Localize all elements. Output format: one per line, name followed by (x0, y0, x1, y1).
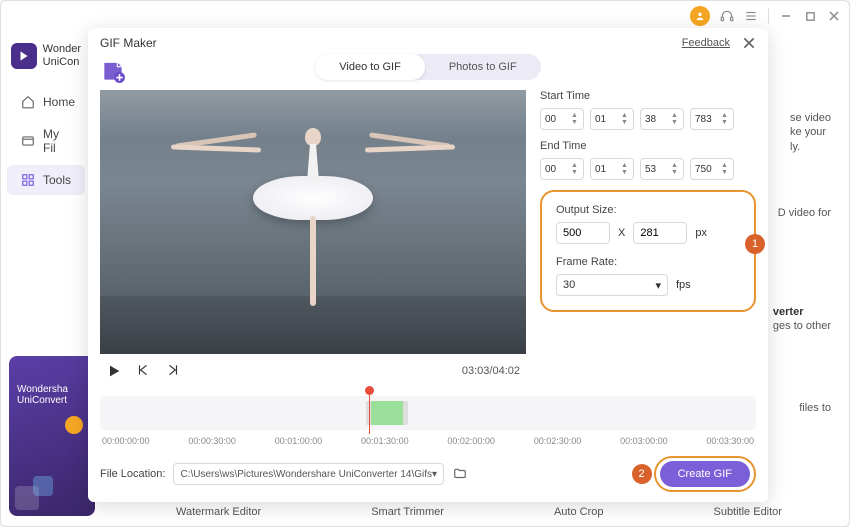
promo-card[interactable]: Wondersha UniConvert (9, 356, 95, 516)
add-media-button[interactable] (100, 58, 126, 84)
maximize-button[interactable] (803, 9, 817, 23)
promo-line1: Wondersha (17, 384, 87, 395)
nav-label: Tools (43, 173, 71, 187)
end-ss[interactable]: 53▲▼ (640, 158, 684, 180)
file-location-value: C:\Users\ws\Pictures\Wondershare UniConv… (180, 469, 432, 480)
chevron-down-icon: ▾ (432, 469, 437, 480)
annotation-badge-2: 2 (632, 464, 652, 484)
nav-label: Home (43, 95, 75, 109)
start-time-row: 00▲▼ 01▲▼ 38▲▼ 783▲▼ (540, 108, 756, 130)
open-folder-button[interactable] (452, 467, 468, 481)
prev-frame-button[interactable] (136, 363, 152, 379)
brand-line1: Wonder (43, 43, 81, 56)
bg-text: ges to other (773, 319, 831, 333)
bg-text: D video for (778, 206, 831, 220)
playhead[interactable] (369, 390, 370, 434)
app-logo: WonderUniCon (1, 39, 91, 85)
promo-line2: UniConvert (17, 395, 87, 406)
start-ms[interactable]: 783▲▼ (690, 108, 734, 130)
bg-text: verter (773, 305, 831, 319)
close-button[interactable] (827, 9, 841, 23)
nav-label: My Fil (43, 127, 71, 155)
bg-text: se video (790, 111, 831, 125)
bg-text: files to (799, 401, 831, 415)
chevron-down-icon: ▾ (655, 279, 661, 292)
output-height-input[interactable] (633, 222, 687, 244)
start-ss[interactable]: 38▲▼ (640, 108, 684, 130)
tab-video-to-gif[interactable]: Video to GIF (315, 54, 425, 80)
nav-home[interactable]: Home (7, 87, 85, 117)
timeline: 00:00:00:00 00:00:30:00 00:01:00:00 00:0… (88, 394, 768, 452)
headset-icon[interactable] (720, 9, 734, 23)
start-time-label: Start Time (540, 90, 756, 102)
nav-myfiles[interactable]: My Fil (7, 119, 85, 163)
home-icon (21, 95, 35, 109)
end-time-row: 00▲▼ 01▲▼ 53▲▼ 750▲▼ (540, 158, 756, 180)
tool-label[interactable]: Watermark Editor (176, 506, 261, 518)
size-separator: X (618, 227, 625, 239)
nav-tools[interactable]: Tools (7, 165, 85, 195)
brand-line2: UniCon (43, 56, 81, 69)
tab-photos-to-gif[interactable]: Photos to GIF (425, 54, 541, 80)
output-settings-box: 1 Output Size: X px Frame Rate: 30▾ fps (540, 190, 756, 312)
file-location-label: File Location: (100, 468, 165, 480)
create-gif-button[interactable]: Create GIF (660, 461, 750, 487)
bg-text: ly. (790, 140, 831, 154)
feedback-link[interactable]: Feedback (682, 37, 730, 49)
timeline-ruler: 00:00:00:00 00:00:30:00 00:01:00:00 00:0… (100, 434, 756, 452)
user-avatar[interactable] (690, 6, 710, 26)
gif-maker-modal: GIF Maker Feedback Video to GIF Photos t… (88, 28, 768, 502)
start-mm[interactable]: 01▲▼ (590, 108, 634, 130)
minimize-button[interactable] (779, 9, 793, 23)
output-size-label: Output Size: (556, 204, 740, 216)
music-icon (65, 416, 83, 434)
selection-clip[interactable] (366, 401, 409, 425)
frame-rate-select[interactable]: 30▾ (556, 274, 668, 296)
end-hh[interactable]: 00▲▼ (540, 158, 584, 180)
modal-title: GIF Maker (100, 36, 157, 50)
play-button[interactable] (106, 363, 122, 379)
time-display: 03:03/04:02 (462, 365, 520, 377)
tool-label[interactable]: Smart Trimmer (371, 506, 444, 518)
frame-rate-label: Frame Rate: (556, 256, 740, 268)
close-icon[interactable] (742, 36, 756, 50)
end-ms[interactable]: 750▲▼ (690, 158, 734, 180)
tool-label[interactable]: Subtitle Editor (713, 506, 781, 518)
next-frame-button[interactable] (166, 363, 182, 379)
annotation-badge-1: 1 (745, 234, 765, 254)
size-unit: px (695, 227, 707, 239)
file-location-field[interactable]: C:\Users\ws\Pictures\Wondershare UniConv… (173, 463, 444, 485)
bottom-tools-row: Watermark Editor Smart Trimmer Auto Crop… (121, 506, 837, 518)
tools-icon (21, 173, 35, 187)
create-gif-highlight: 2 Create GIF (654, 456, 756, 492)
mode-tabs: Video to GIF Photos to GIF (315, 54, 540, 80)
files-icon (21, 134, 35, 148)
end-mm[interactable]: 01▲▼ (590, 158, 634, 180)
output-width-input[interactable] (556, 222, 610, 244)
bg-text: ke your (790, 125, 831, 139)
timeline-track[interactable] (100, 396, 756, 430)
logo-icon (11, 43, 37, 69)
player-controls: 03:03/04:02 (100, 354, 526, 388)
menu-icon[interactable] (744, 9, 758, 23)
fps-unit: fps (676, 279, 691, 291)
start-hh[interactable]: 00▲▼ (540, 108, 584, 130)
tool-label[interactable]: Auto Crop (554, 506, 604, 518)
video-preview[interactable] (100, 90, 526, 354)
end-time-label: End Time (540, 140, 756, 152)
main-titlebar (1, 1, 849, 31)
